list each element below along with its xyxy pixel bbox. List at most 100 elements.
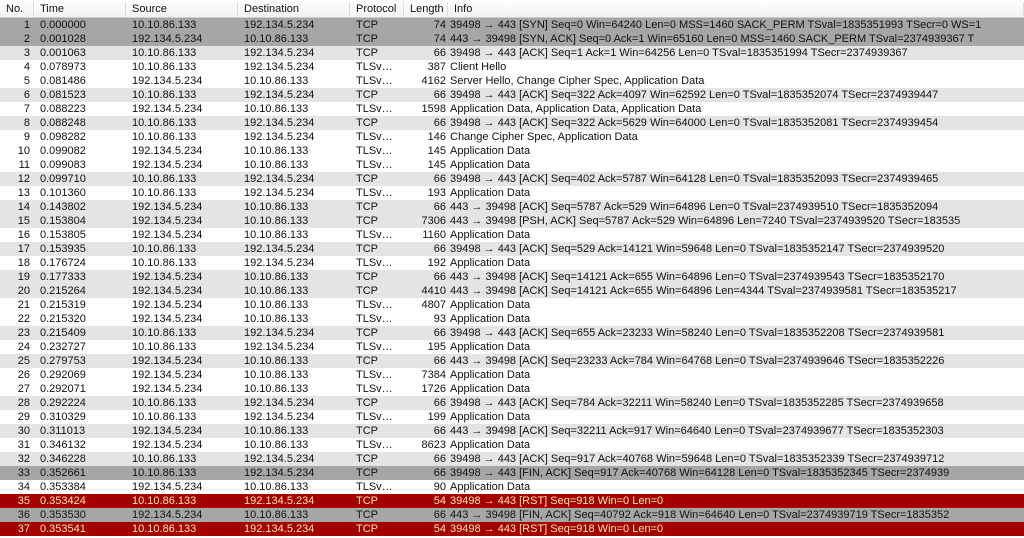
table-row[interactable]: 290.31032910.10.86.133192.134.5.234TLSv…… xyxy=(0,410,1024,424)
cell-time: 0.353384 xyxy=(34,481,126,493)
cell-len: 66 xyxy=(404,271,448,283)
cell-dst: 10.10.86.133 xyxy=(238,285,350,297)
table-row[interactable]: 240.23272710.10.86.133192.134.5.234TLSv…… xyxy=(0,340,1024,354)
cell-no: 17 xyxy=(0,243,34,255)
table-row[interactable]: 270.292071192.134.5.23410.10.86.133TLSv…… xyxy=(0,382,1024,396)
col-header-destination[interactable]: Destination xyxy=(238,2,350,16)
cell-dst: 192.134.5.234 xyxy=(238,411,350,423)
table-row[interactable]: 190.177333192.134.5.23410.10.86.133TCP66… xyxy=(0,270,1024,284)
packet-list-header[interactable]: No. Time Source Destination Protocol Len… xyxy=(0,0,1024,18)
table-row[interactable]: 140.143802192.134.5.23410.10.86.133TCP66… xyxy=(0,200,1024,214)
table-row[interactable]: 280.29222410.10.86.133192.134.5.234TCP66… xyxy=(0,396,1024,410)
table-row[interactable]: 300.311013192.134.5.23410.10.86.133TCP66… xyxy=(0,424,1024,438)
table-row[interactable]: 40.07897310.10.86.133192.134.5.234TLSv…3… xyxy=(0,60,1024,74)
table-row[interactable]: 100.099082192.134.5.23410.10.86.133TLSv…… xyxy=(0,144,1024,158)
cell-src: 192.134.5.234 xyxy=(126,285,238,297)
table-row[interactable]: 170.15393510.10.86.133192.134.5.234TCP66… xyxy=(0,242,1024,256)
cell-len: 66 xyxy=(404,201,448,213)
table-row[interactable]: 70.088223192.134.5.23410.10.86.133TLSv…1… xyxy=(0,102,1024,116)
cell-dst: 192.134.5.234 xyxy=(238,61,350,73)
cell-proto: TLSv… xyxy=(350,145,404,157)
cell-proto: TLSv… xyxy=(350,439,404,451)
table-row[interactable]: 360.353530192.134.5.23410.10.86.133TCP66… xyxy=(0,508,1024,522)
cell-info: Application Data xyxy=(448,369,1024,381)
cell-no: 7 xyxy=(0,103,34,115)
table-row[interactable]: 120.09971010.10.86.133192.134.5.234TCP66… xyxy=(0,172,1024,186)
cell-no: 36 xyxy=(0,509,34,521)
cell-len: 387 xyxy=(404,61,448,73)
col-header-no[interactable]: No. xyxy=(0,2,34,16)
cell-no: 12 xyxy=(0,173,34,185)
table-row[interactable]: 110.099083192.134.5.23410.10.86.133TLSv…… xyxy=(0,158,1024,172)
table-row[interactable]: 10.00000010.10.86.133192.134.5.234TCP743… xyxy=(0,18,1024,32)
cell-proto: TCP xyxy=(350,117,404,129)
cell-dst: 192.134.5.234 xyxy=(238,173,350,185)
cell-dst: 10.10.86.133 xyxy=(238,425,350,437)
cell-src: 192.134.5.234 xyxy=(126,439,238,451)
cell-no: 8 xyxy=(0,117,34,129)
table-row[interactable]: 260.292069192.134.5.23410.10.86.133TLSv…… xyxy=(0,368,1024,382)
cell-len: 66 xyxy=(404,173,448,185)
table-row[interactable]: 160.153805192.134.5.23410.10.86.133TLSv…… xyxy=(0,228,1024,242)
cell-no: 24 xyxy=(0,341,34,353)
table-row[interactable]: 320.34622810.10.86.133192.134.5.234TCP66… xyxy=(0,452,1024,466)
col-header-length[interactable]: Length xyxy=(404,2,448,16)
cell-time: 0.098282 xyxy=(34,131,126,143)
cell-proto: TLSv… xyxy=(350,299,404,311)
table-row[interactable]: 220.215320192.134.5.23410.10.86.133TLSv…… xyxy=(0,312,1024,326)
cell-dst: 10.10.86.133 xyxy=(238,509,350,521)
cell-src: 10.10.86.133 xyxy=(126,467,238,479)
cell-no: 15 xyxy=(0,215,34,227)
cell-info: 39498 → 443 [RST] Seq=918 Win=0 Len=0 xyxy=(448,523,1024,535)
table-row[interactable]: 150.153804192.134.5.23410.10.86.133TCP73… xyxy=(0,214,1024,228)
cell-info: Application Data xyxy=(448,229,1024,241)
table-row[interactable]: 310.346132192.134.5.23410.10.86.133TLSv…… xyxy=(0,438,1024,452)
table-row[interactable]: 180.17672410.10.86.133192.134.5.234TLSv…… xyxy=(0,256,1024,270)
cell-len: 66 xyxy=(404,397,448,409)
cell-proto: TLSv… xyxy=(350,229,404,241)
col-header-time[interactable]: Time xyxy=(34,2,126,16)
cell-len: 192 xyxy=(404,257,448,269)
table-row[interactable]: 50.081486192.134.5.23410.10.86.133TLSv…4… xyxy=(0,74,1024,88)
cell-src: 192.134.5.234 xyxy=(126,299,238,311)
col-header-source[interactable]: Source xyxy=(126,2,238,16)
table-row[interactable]: 130.10136010.10.86.133192.134.5.234TLSv…… xyxy=(0,186,1024,200)
table-row[interactable]: 250.279753192.134.5.23410.10.86.133TCP66… xyxy=(0,354,1024,368)
table-row[interactable]: 90.09828210.10.86.133192.134.5.234TLSv…1… xyxy=(0,130,1024,144)
table-row[interactable]: 330.35266110.10.86.133192.134.5.234TCP66… xyxy=(0,466,1024,480)
cell-no: 6 xyxy=(0,89,34,101)
table-row[interactable]: 20.001028192.134.5.23410.10.86.133TCP744… xyxy=(0,32,1024,46)
cell-no: 10 xyxy=(0,145,34,157)
cell-no: 28 xyxy=(0,397,34,409)
table-row[interactable]: 60.08152310.10.86.133192.134.5.234TCP663… xyxy=(0,88,1024,102)
cell-proto: TCP xyxy=(350,397,404,409)
cell-info: 443 → 39498 [SYN, ACK] Seq=0 Ack=1 Win=6… xyxy=(448,33,1024,45)
cell-src: 10.10.86.133 xyxy=(126,327,238,339)
cell-len: 199 xyxy=(404,411,448,423)
cell-proto: TCP xyxy=(350,453,404,465)
cell-src: 10.10.86.133 xyxy=(126,117,238,129)
table-row[interactable]: 210.215319192.134.5.23410.10.86.133TLSv…… xyxy=(0,298,1024,312)
cell-time: 0.215320 xyxy=(34,313,126,325)
cell-time: 0.353530 xyxy=(34,509,126,521)
table-row[interactable]: 80.08824810.10.86.133192.134.5.234TCP663… xyxy=(0,116,1024,130)
col-header-protocol[interactable]: Protocol xyxy=(350,2,404,16)
cell-no: 37 xyxy=(0,523,34,535)
cell-len: 66 xyxy=(404,467,448,479)
cell-no: 5 xyxy=(0,75,34,87)
table-row[interactable]: 340.353384192.134.5.23410.10.86.133TLSv…… xyxy=(0,480,1024,494)
cell-src: 192.134.5.234 xyxy=(126,103,238,115)
table-row[interactable]: 200.215264192.134.5.23410.10.86.133TCP44… xyxy=(0,284,1024,298)
cell-no: 33 xyxy=(0,467,34,479)
table-row[interactable]: 350.35342410.10.86.133192.134.5.234TCP54… xyxy=(0,494,1024,508)
table-row[interactable]: 370.35354110.10.86.133192.134.5.234TCP54… xyxy=(0,522,1024,536)
table-row[interactable]: 230.21540910.10.86.133192.134.5.234TCP66… xyxy=(0,326,1024,340)
cell-src: 10.10.86.133 xyxy=(126,453,238,465)
cell-len: 193 xyxy=(404,187,448,199)
cell-dst: 192.134.5.234 xyxy=(238,327,350,339)
cell-time: 0.101360 xyxy=(34,187,126,199)
cell-len: 7306 xyxy=(404,215,448,227)
table-row[interactable]: 30.00106310.10.86.133192.134.5.234TCP663… xyxy=(0,46,1024,60)
col-header-info[interactable]: Info xyxy=(448,2,1024,16)
cell-len: 66 xyxy=(404,453,448,465)
